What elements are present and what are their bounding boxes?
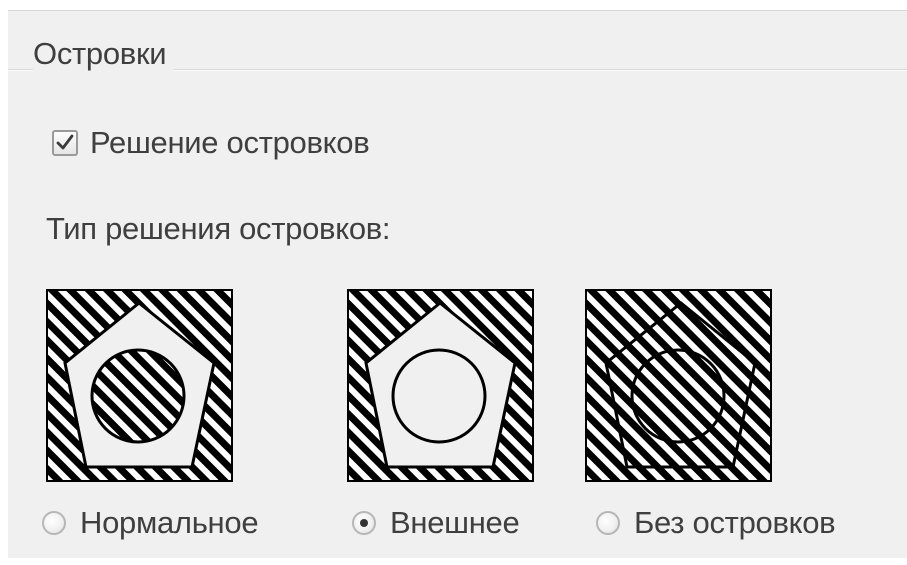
normal-island-style-icon[interactable] [46,289,233,482]
group-title: Островки [33,36,175,72]
ignore-island-style-icon[interactable] [585,289,772,482]
normal-style-radio[interactable] [42,511,66,535]
normal-style-option[interactable]: Нормальное [42,501,259,545]
island-detection-checkbox[interactable] [52,130,78,156]
outer-style-option[interactable]: Внешнее [352,501,520,545]
outer-style-radio[interactable] [352,511,376,535]
island-detection-label[interactable]: Решение островков [90,125,370,161]
island-style-label: Тип решения островков: [46,211,391,246]
outer-island-style-icon[interactable] [347,289,534,482]
checkmark-icon [56,134,74,150]
normal-style-label[interactable]: Нормальное [80,505,259,541]
island-detection-checkbox-row[interactable]: Решение островков [52,123,370,163]
islands-panel: Островки Решение островков Тип решения о… [8,10,907,558]
ignore-style-label[interactable]: Без островков [634,505,836,541]
ignore-style-radio[interactable] [596,511,620,535]
ignore-style-option[interactable]: Без островков [596,501,836,545]
outer-style-label[interactable]: Внешнее [390,505,520,541]
